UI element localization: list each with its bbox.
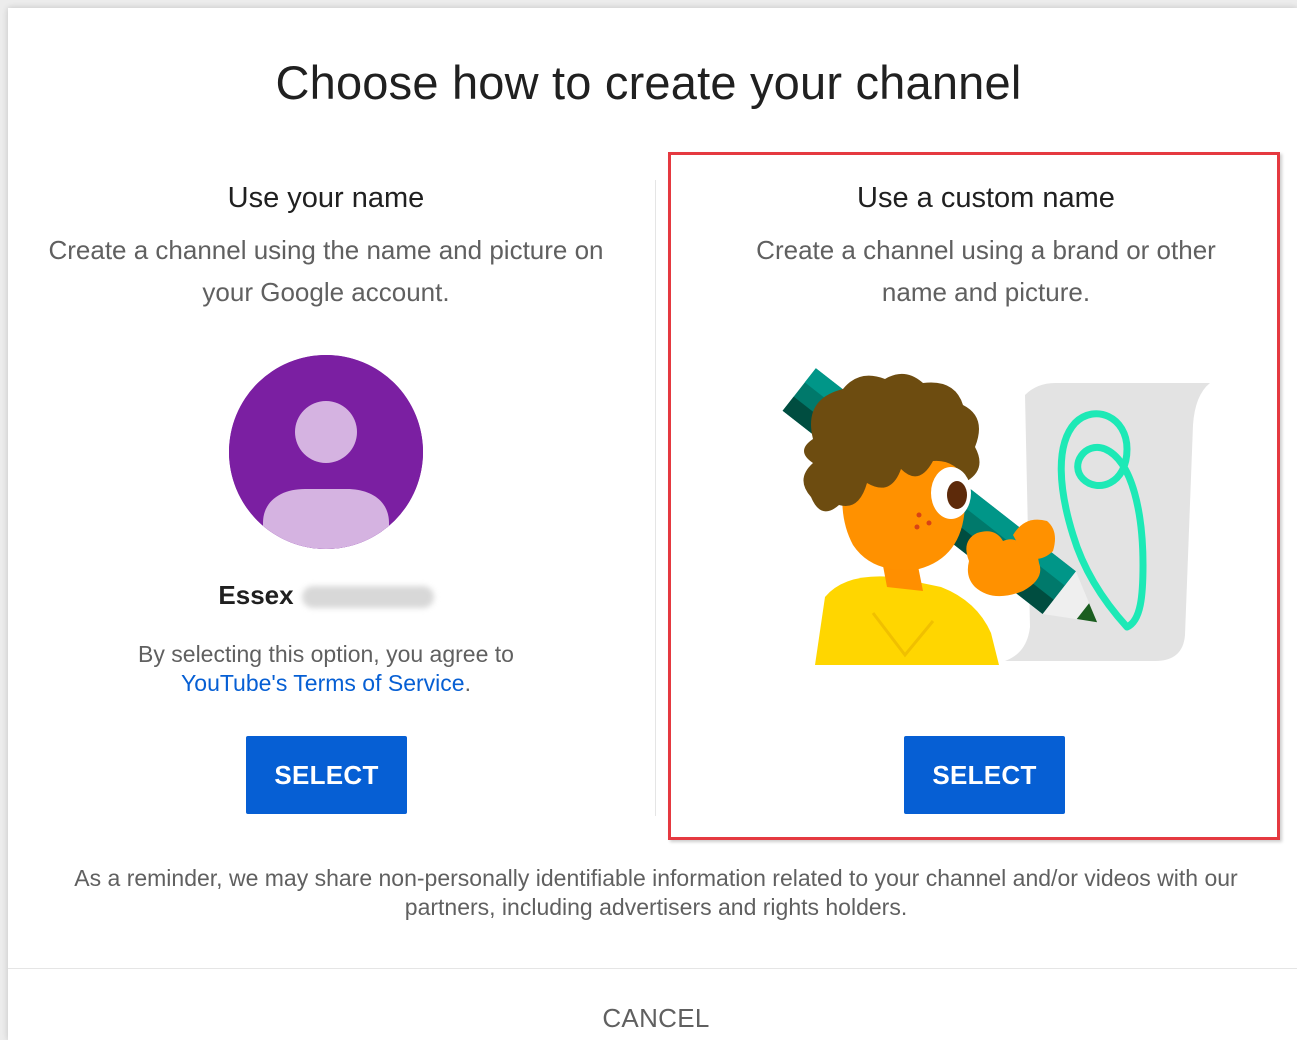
person-avatar-icon <box>229 355 423 549</box>
privacy-reminder: As a reminder, we may share non-personal… <box>74 865 1238 920</box>
terms-suffix: . <box>464 670 471 696</box>
account-last-name-redacted <box>301 586 434 609</box>
option-heading: Use your name <box>227 182 425 214</box>
option-use-your-name: Use your name Create a channel using the… <box>30 160 622 313</box>
terms-prefix: By selecting this option, you agree to <box>138 641 514 667</box>
option-description: Create a channel using the name and pict… <box>48 235 604 307</box>
account-first-name: Essex <box>218 580 294 610</box>
select-custom-name-button[interactable]: SELECT <box>904 736 1065 814</box>
account-name: Essex <box>0 580 652 611</box>
option-heading: Use a custom name <box>857 182 1115 214</box>
footer-divider <box>8 968 1297 969</box>
cancel-button[interactable]: CANCEL <box>560 996 752 1040</box>
terms-of-service-link[interactable]: YouTube's Terms of Service <box>181 670 465 696</box>
avatar-graphic <box>229 355 423 549</box>
select-use-your-name-button[interactable]: SELECT <box>246 736 407 814</box>
custom-name-graphic <box>782 368 1210 665</box>
person-drawing-with-pencil-illustration <box>755 365 1215 665</box>
option-use-custom-name: Use a custom name Create a channel using… <box>690 160 1282 313</box>
option-divider <box>655 180 656 816</box>
option-description: Create a channel using a brand or other … <box>756 235 1216 307</box>
page-title: Choose how to create your channel <box>275 56 1022 109</box>
terms-notice: By selecting this option, you agree to Y… <box>0 640 652 698</box>
